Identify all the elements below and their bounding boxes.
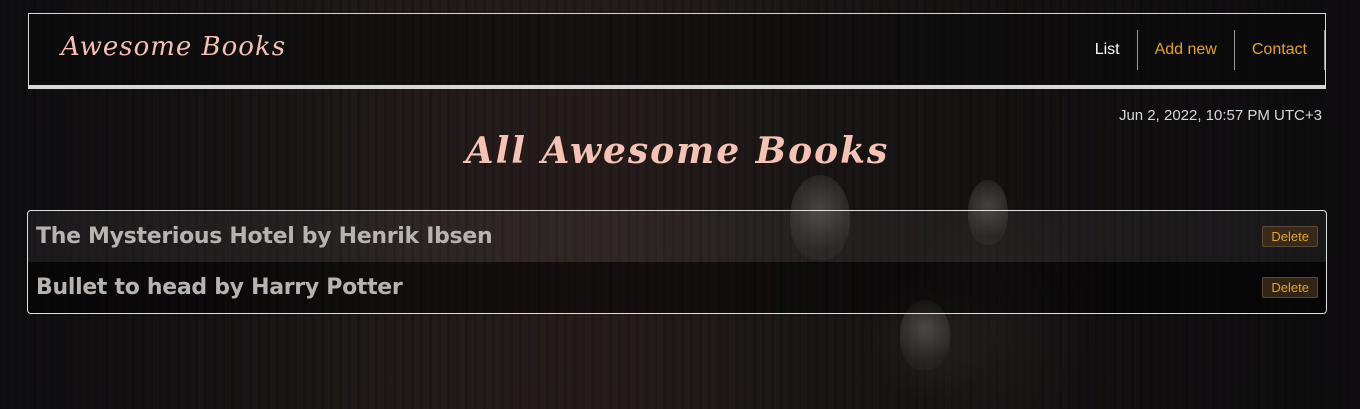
nav-contact-link[interactable]: Contact [1233, 30, 1325, 70]
delete-button[interactable]: Delete [1262, 226, 1318, 247]
header: Awesome Books List Add new Contact [28, 13, 1326, 89]
page-title: All Awesome Books [465, 130, 890, 172]
delete-button[interactable]: Delete [1262, 277, 1318, 298]
book-title: The Mysterious Hotel by Henrik Ibsen [36, 224, 493, 249]
book-row: Bullet to head by Harry Potter Delete [28, 262, 1326, 313]
book-list: The Mysterious Hotel by Henrik Ibsen Del… [27, 210, 1327, 314]
book-title: Bullet to head by Harry Potter [36, 275, 403, 300]
current-date: Jun 2, 2022, 10:57 PM UTC+3 [1118, 107, 1322, 124]
nav-list-link[interactable]: List [1078, 30, 1137, 70]
nav-menu: List Add new Contact [1078, 30, 1325, 70]
book-row: The Mysterious Hotel by Henrik Ibsen Del… [28, 211, 1326, 262]
nav-add-new-link[interactable]: Add new [1136, 30, 1234, 70]
logo: Awesome Books [61, 32, 287, 62]
